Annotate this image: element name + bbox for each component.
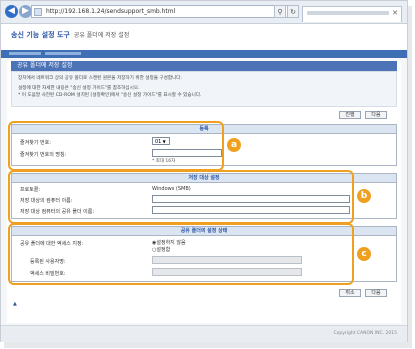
callout-badge-b: b <box>357 189 371 203</box>
browser-tab[interactable]: ✕ <box>302 6 402 22</box>
page-title: 공유 폴더에 저장 설정 <box>11 61 397 71</box>
page-icon <box>34 8 42 16</box>
description-line: 장치에서 네트워크 상의 공유 폴더로 스캔된 원본을 저장하기 위한 설정을 … <box>18 76 182 81</box>
close-icon[interactable]: ✕ <box>392 9 398 17</box>
browser-toolbar: ◀ ▶ http://192.168.1.24/sendsupport_smb.… <box>1 1 407 24</box>
callout-frame-c <box>8 223 354 285</box>
app-header: 송신 기능 설정 도구 공유 폴더에 저장 설정 <box>1 24 407 50</box>
breadcrumb <box>1 50 407 58</box>
next-button-bottom[interactable]: 다음 <box>365 289 387 297</box>
browser-window: ◀ ▶ http://192.168.1.24/sendsupport_smb.… <box>0 0 408 342</box>
app-subtitle: 공유 폴더에 저장 설정 <box>73 32 130 39</box>
page-footer: Copyright CANON INC. 2015 <box>1 325 407 342</box>
callout-frame-a <box>8 121 224 171</box>
breadcrumb-item[interactable] <box>9 52 41 55</box>
cancel-button[interactable]: 취소 <box>339 289 361 297</box>
callout-badge-c: c <box>357 247 371 261</box>
proceed-button[interactable]: 진행 <box>339 111 361 119</box>
tab-title <box>307 11 389 15</box>
description-line: * 이 도움말 사전된 CD-ROM 설치된 [설정확인]에서 "송신 설정 가… <box>18 93 202 98</box>
app-title: 송신 기능 설정 도구 공유 폴더에 저장 설정 <box>11 31 130 39</box>
address-bar[interactable]: http://192.168.1.24/sendsupport_smb.html <box>31 5 299 18</box>
page-top-link[interactable]: ▲ <box>13 301 17 307</box>
callout-frame-b <box>8 170 354 224</box>
next-button[interactable]: 다음 <box>365 111 387 119</box>
breadcrumb-item[interactable] <box>45 52 81 55</box>
copyright-text: Copyright CANON INC. 2015 <box>333 331 398 336</box>
description-line: 설정에 대한 자세한 내용은 "송신 설정 가이드"를 참조하십시오. <box>18 86 140 91</box>
back-icon[interactable]: ◀ <box>5 5 18 18</box>
callout-badge-a: a <box>227 138 241 152</box>
search-icon[interactable]: ⚲ <box>274 5 286 18</box>
refresh-icon[interactable]: ↻ <box>287 5 299 18</box>
address-text: http://192.168.1.24/sendsupport_smb.html <box>46 8 176 15</box>
description-box: 장치에서 네트워크 상의 공유 폴더로 스캔된 원본을 저장하기 위한 설정을 … <box>11 71 397 107</box>
